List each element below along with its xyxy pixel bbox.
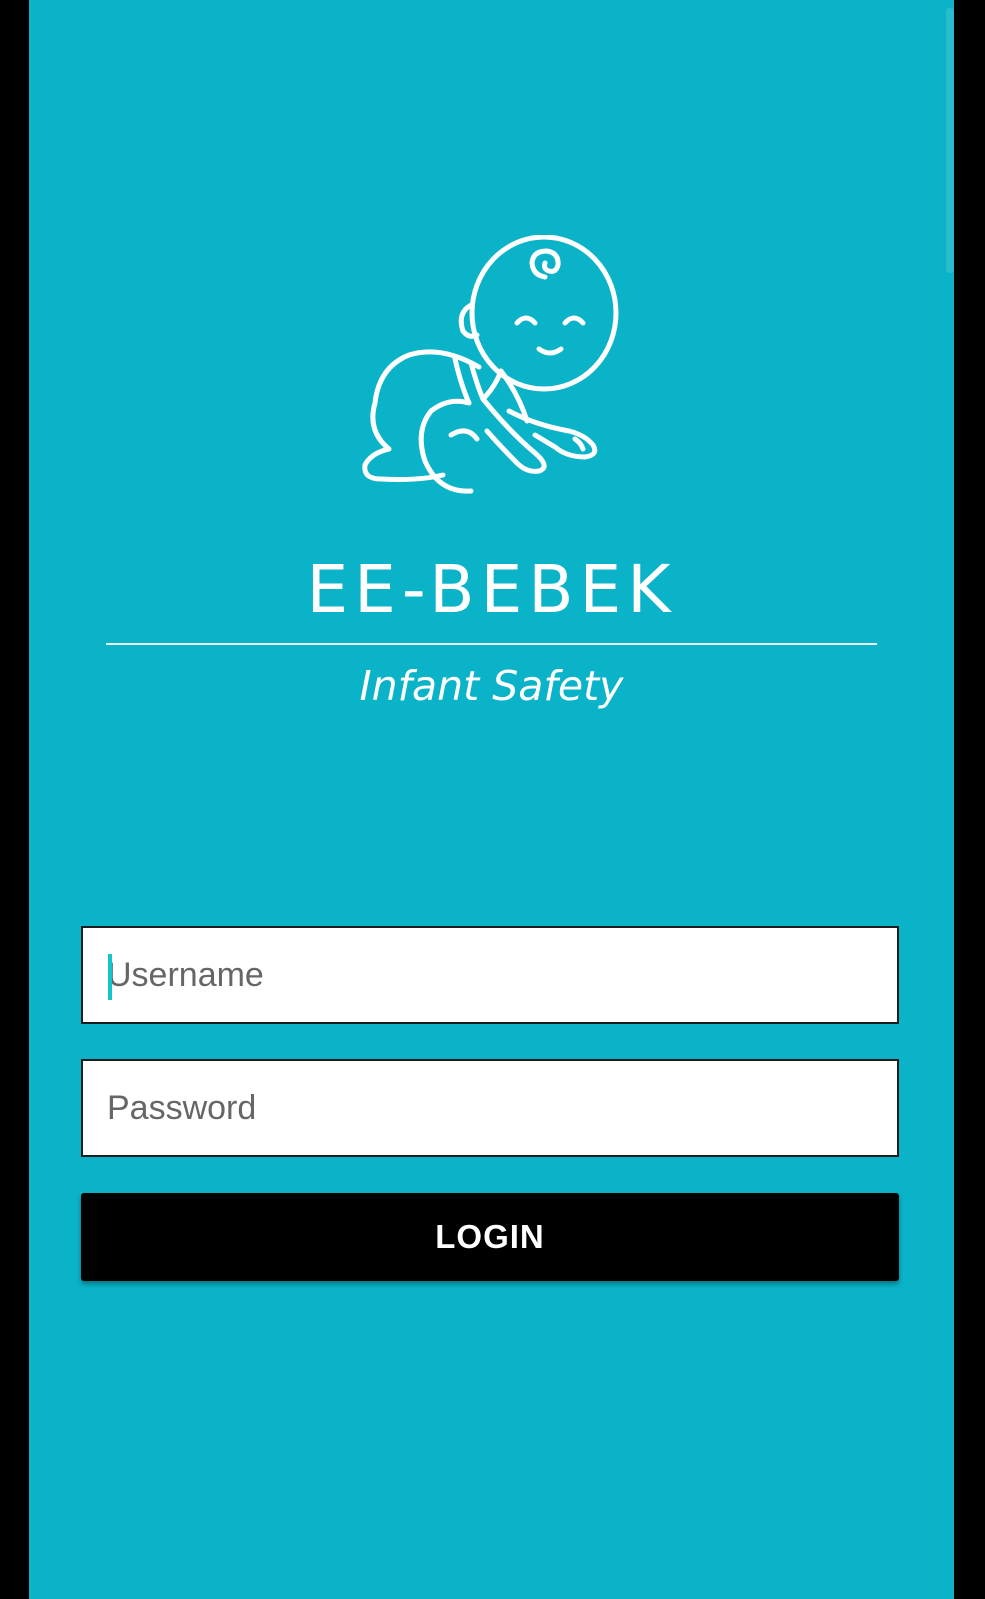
password-field[interactable] [81, 1059, 899, 1157]
text-cursor [108, 954, 112, 1000]
scrollbar[interactable] [946, 8, 954, 273]
title-divider [106, 643, 877, 645]
app-title: EE-BEBEK [306, 551, 677, 628]
app-subtitle: Infant Safety [359, 662, 624, 710]
crawling-baby-icon [359, 234, 629, 510]
password-input[interactable] [83, 1061, 897, 1155]
login-screen: EE-BEBEK Infant Safety LOGIN [29, 0, 954, 1599]
username-field[interactable] [81, 926, 899, 1024]
username-input[interactable] [83, 928, 897, 1022]
login-button[interactable]: LOGIN [81, 1193, 899, 1281]
